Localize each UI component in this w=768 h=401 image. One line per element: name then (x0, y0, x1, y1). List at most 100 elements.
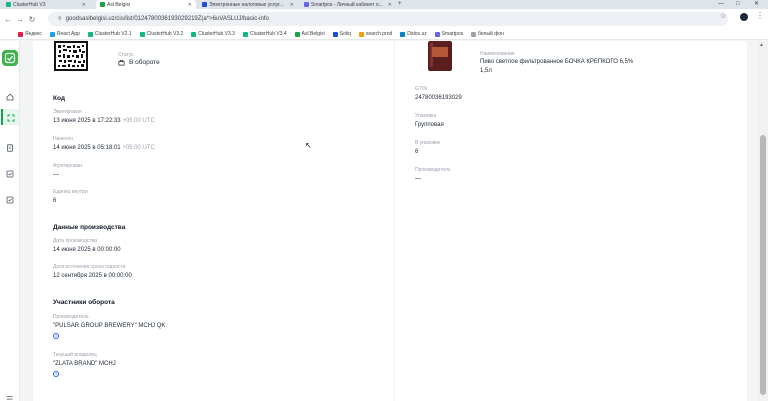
address-toolbar: ← → ↻ ⚲ goodsaslbelgisi.uz/cis/list/0124… (0, 9, 768, 29)
owner-info-icon[interactable]: i (53, 371, 59, 377)
check-logo-icon (4, 52, 16, 64)
bookmark-favicon-icon (87, 31, 93, 37)
bookmark-label: Soliq (339, 31, 351, 37)
bookmark-clusterhub-32[interactable]: ClusterHub V3.2 (139, 31, 183, 37)
menu-toggle-icon[interactable]: ☰ (6, 395, 13, 401)
close-icon[interactable]: ✕ (188, 2, 192, 8)
tab-title: ClusterHub V3 (13, 1, 46, 8)
column-divider (394, 41, 395, 401)
profile-avatar[interactable] (740, 13, 748, 21)
status-value: В обороте (118, 59, 160, 66)
minimize-icon[interactable]: — (718, 0, 724, 8)
bookmark-star-icon[interactable]: ☆ (720, 12, 726, 20)
close-icon[interactable]: ✕ (290, 2, 294, 8)
bookmark-favicon-icon (242, 31, 248, 37)
home-icon[interactable] (6, 88, 14, 101)
applied-date: 14 июня 2025 в 05:18:01 (53, 145, 121, 151)
code-info-card: Статус В обороте Код Эмитирован 13 июня … (33, 41, 747, 401)
browser-tab-tax[interactable]: Электронные налоговые услуг... ✕ (198, 0, 298, 9)
bookmark-label: Asl Belgisi (301, 31, 325, 37)
units-inside-label: Единиц внутри (53, 189, 88, 195)
producer-info-icon[interactable]: i (53, 333, 59, 339)
bookmark-favicon-icon (294, 31, 300, 37)
bookmark-favicon-icon (191, 31, 197, 37)
bookmark-clusterhub-21[interactable]: ClusterHub V2.1 (87, 31, 132, 37)
expiry-date-label: Дата истечения срока годности (53, 264, 126, 270)
aggregated-value: — (53, 172, 59, 178)
approved-icon[interactable] (6, 191, 14, 204)
app-sidebar: ☰ (0, 41, 20, 401)
aggregated-label: Агрегирован (53, 163, 83, 169)
bookmark-didox[interactable]: Didox.uz (400, 31, 427, 37)
applied-label: Нанесен (53, 136, 73, 142)
bookmark-clusterhub-33[interactable]: ClusterHub V3.3 (191, 31, 235, 37)
bookmark-smartpos[interactable]: Smartpos (434, 31, 464, 37)
scan-icon[interactable] (1, 109, 19, 125)
close-icon[interactable]: ✕ (388, 2, 392, 8)
manufacturer-value: — (415, 176, 421, 182)
expiry-date-value: 12 сентября 2025 в 00:00:00 (53, 273, 132, 279)
datamatrix-code-icon (54, 41, 88, 71)
browser-tab-aslbelgisi[interactable]: Asl Belgisi ✕ (96, 0, 196, 9)
tab-favicon-icon (100, 2, 105, 7)
tab-title: Asl Belgisi (107, 1, 131, 8)
bookmark-yandex[interactable]: Яндекс (18, 31, 42, 37)
back-icon[interactable]: ← (2, 15, 14, 24)
new-tab-icon[interactable]: + (398, 0, 402, 8)
page-scrollbar[interactable]: ▲ (758, 41, 768, 401)
checklist-icon[interactable] (6, 165, 14, 178)
participants-section-title: Участники оборота (53, 299, 115, 306)
bookmark-label: белый фон (478, 31, 504, 37)
bookmark-label: ClusterHub V3.4 (249, 31, 287, 37)
bookmark-search-prod[interactable]: search prod (358, 31, 393, 37)
bookmark-favicon-icon (358, 31, 364, 37)
bookmark-favicon-icon (400, 31, 406, 37)
status-label: Статус (118, 52, 134, 58)
bookmark-react-app[interactable]: React App (49, 31, 80, 37)
bookmark-label: Didox.uz (407, 31, 427, 37)
bookmark-label: ClusterHub V2.1 (94, 31, 132, 37)
browser-tab-smartpos[interactable]: Smartpos - Личный кабинет о... ✕ (300, 0, 396, 9)
bookmark-favicon-icon (18, 31, 23, 37)
emitted-date: 13 июня 2025 в 17:22:33 (53, 118, 121, 124)
forward-icon[interactable]: → (14, 15, 26, 24)
scroll-thumb[interactable] (760, 135, 766, 395)
gtin-value: 24780036193029 (415, 95, 462, 101)
producer-label: Производитель (53, 314, 89, 320)
url-text: goodsaslbelgisi.uz/cis/list/012478003619… (65, 16, 269, 22)
tab-title: Smartpos - Личный кабинет о... (311, 1, 383, 8)
site-info-icon[interactable]: ⚲ (58, 16, 62, 22)
tab-favicon-icon (6, 2, 11, 7)
bookmark-favicon-icon (49, 31, 55, 37)
window-close-icon[interactable]: ✕ (754, 0, 759, 8)
tab-favicon-icon (202, 2, 207, 7)
scroll-up-icon[interactable]: ▲ (759, 42, 764, 48)
bookmark-white-bg[interactable]: белый фон (471, 31, 504, 37)
tab-favicon-icon (304, 2, 309, 7)
bookmark-label: search prod (365, 31, 393, 37)
product-volume-value: 1,5л (480, 68, 492, 74)
browser-tab-clusterhub[interactable]: ClusterHub V3 ✕ (2, 0, 90, 9)
applied-value: 14 июня 2025 в 05:18:01 +05:00 UTC (53, 145, 155, 151)
browser-menu-icon[interactable]: ⋮ (756, 11, 764, 20)
tab-title: Электронные налоговые услуг... (209, 1, 284, 8)
emitted-label: Эмитирован (53, 109, 82, 115)
owner-label: Текущий владелец (53, 352, 97, 358)
package-label: Упаковка (415, 113, 437, 119)
product-name-label: Наименование (480, 51, 515, 57)
emitted-timezone: +05:00 UTC (122, 118, 155, 124)
status-text: В обороте (129, 59, 160, 66)
bookmark-favicon-icon (434, 31, 440, 37)
bookmark-soliq[interactable]: Soliq (332, 31, 351, 37)
document-icon[interactable] (6, 139, 14, 152)
app-logo[interactable] (2, 50, 18, 66)
browser-tabstrip: ClusterHub V3 ✕ Asl Belgisi ✕ Электронны… (0, 0, 768, 9)
url-bar[interactable]: ⚲ goodsaslbelgisi.uz/cis/list/0124780036… (48, 12, 728, 26)
bookmark-clusterhub-34[interactable]: ClusterHub V3.4 (242, 31, 287, 37)
maximize-icon[interactable]: □ (736, 0, 740, 8)
producer-value: "PULSAR GROUP BREWERY" MCHJ QK (53, 323, 166, 329)
bookmark-asl-belgisi[interactable]: Asl Belgisi (294, 31, 325, 37)
bookmark-label: Smartpos (441, 31, 464, 37)
reload-icon[interactable]: ↻ (26, 15, 38, 24)
close-icon[interactable]: ✕ (82, 2, 86, 8)
